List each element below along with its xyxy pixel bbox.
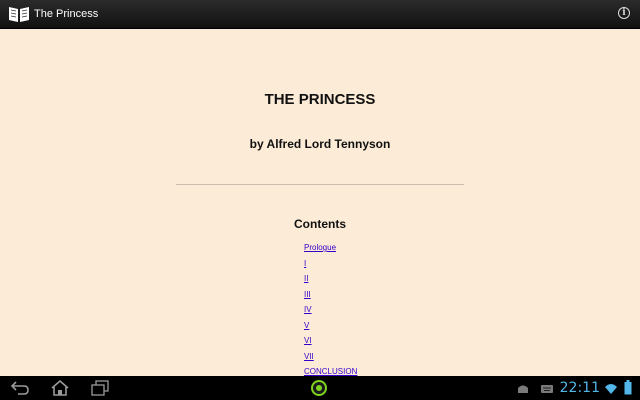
battery-icon: [624, 380, 632, 400]
toc-link-v[interactable]: V: [304, 321, 309, 330]
app-title: The Princess: [34, 8, 99, 20]
action-bar: The Princess i: [0, 0, 640, 29]
toc-item: IV: [304, 305, 357, 321]
usb-debug-icon: [516, 382, 530, 400]
wifi-icon: [604, 382, 618, 400]
toc-item: Prologue: [304, 243, 357, 259]
toc-link-iii[interactable]: III: [304, 290, 311, 299]
book-page[interactable]: THE PRINCESS by Alfred Lord Tennyson Con…: [0, 29, 640, 376]
info-icon[interactable]: i: [618, 7, 630, 19]
toc-item: CONCLUSION: [304, 367, 357, 376]
toc-link-iv[interactable]: IV: [304, 305, 312, 314]
toc-item: V: [304, 321, 357, 337]
system-navigation-bar: 22:11: [0, 376, 640, 400]
contents-heading: Contents: [294, 217, 346, 231]
toc-link-vii[interactable]: VII: [304, 352, 314, 361]
recent-apps-icon[interactable]: [91, 379, 109, 397]
toc-item: II: [304, 274, 357, 290]
home-icon[interactable]: [50, 379, 70, 397]
book-author: by Alfred Lord Tennyson: [249, 137, 391, 151]
launcher-icon[interactable]: [310, 379, 328, 397]
back-icon[interactable]: [10, 379, 30, 397]
toc-link-i[interactable]: I: [304, 259, 306, 268]
toc-link-vi[interactable]: VI: [304, 336, 312, 345]
keyboard-icon: [540, 382, 554, 400]
open-book-icon[interactable]: [8, 3, 30, 25]
toc-item: VII: [304, 352, 357, 368]
toc-item: I: [304, 259, 357, 275]
toc-link-ii[interactable]: II: [304, 274, 308, 283]
clock: 22:11: [559, 380, 600, 396]
toc-item: III: [304, 290, 357, 306]
divider: [176, 184, 464, 185]
toc-link-conclusion[interactable]: CONCLUSION: [304, 367, 357, 376]
toc-item: VI: [304, 336, 357, 352]
table-of-contents: Prologue I II III IV V VI VII CONCLUSION: [304, 243, 357, 376]
toc-link-prologue[interactable]: Prologue: [304, 243, 336, 252]
book-title: THE PRINCESS: [264, 91, 376, 108]
